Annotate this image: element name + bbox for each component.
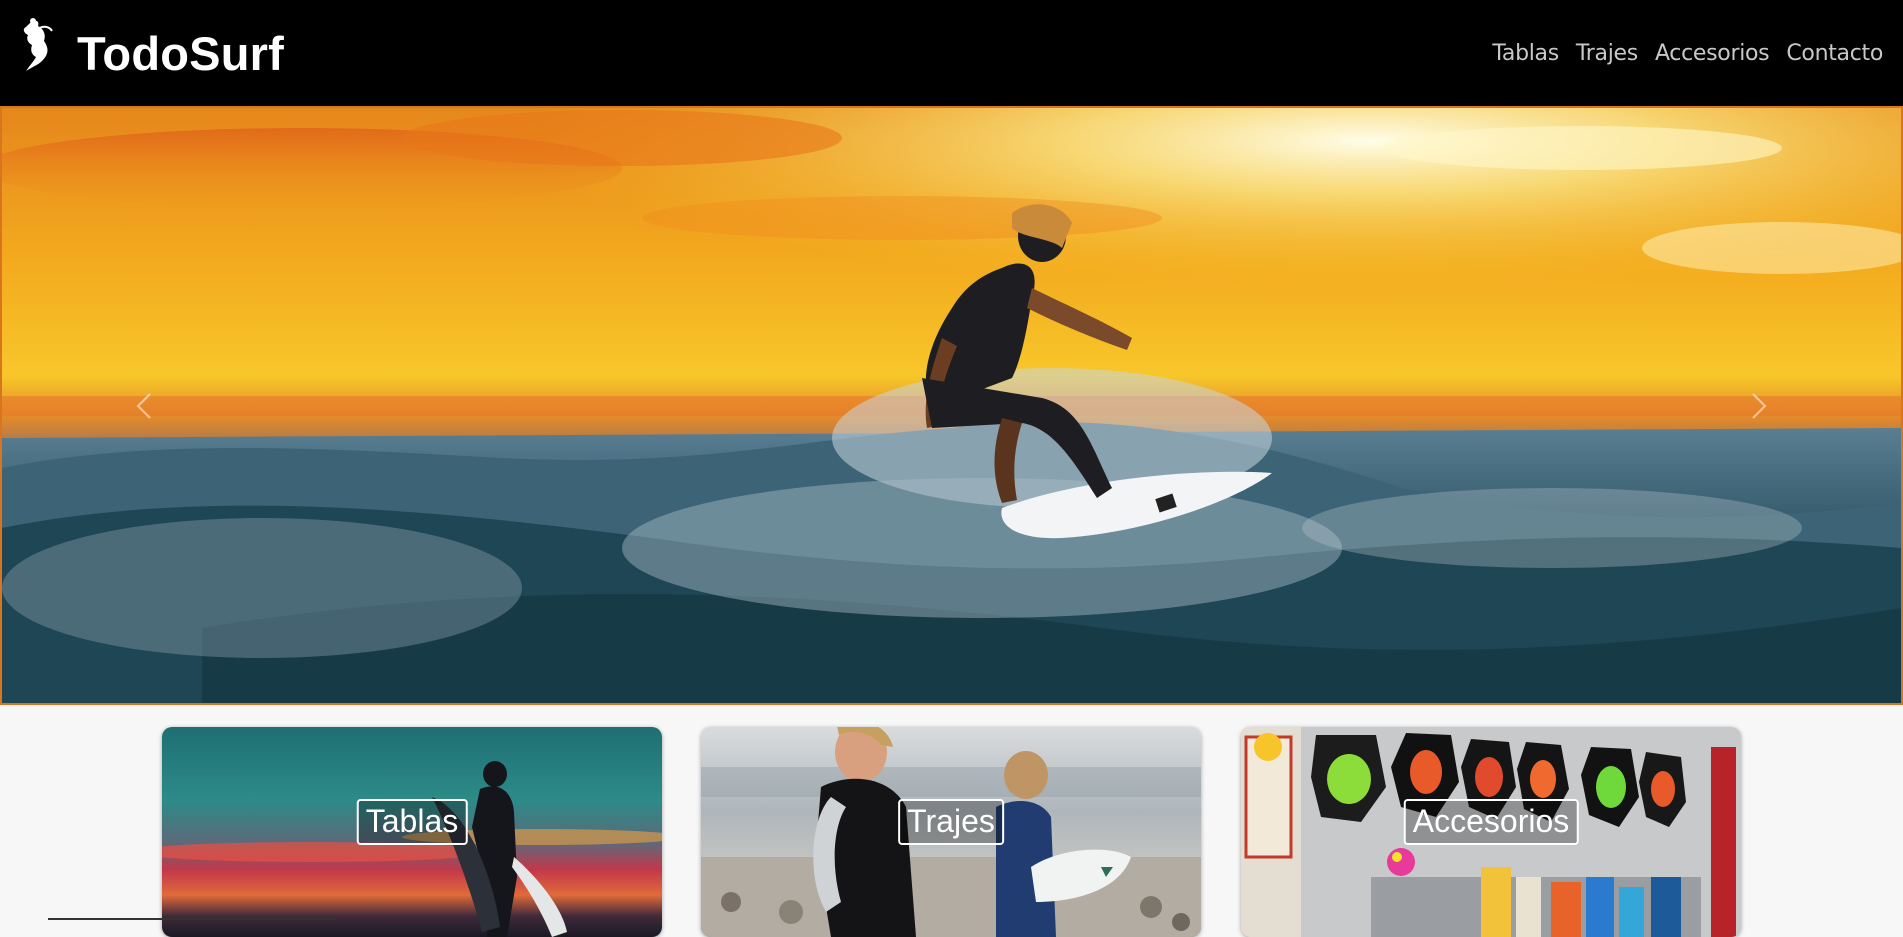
carousel-next-button[interactable]	[1709, 108, 1809, 703]
nav-link-trajes[interactable]: Trajes	[1576, 41, 1638, 66]
nav-link-accesorios[interactable]: Accesorios	[1655, 41, 1770, 66]
category-label-trajes: Trajes	[898, 799, 1004, 845]
hero-image	[2, 108, 1901, 703]
navbar: TodoSurf Tablas Trajes Accesorios Contac…	[0, 0, 1903, 106]
carousel-prev-button[interactable]	[94, 108, 194, 703]
chevron-right-icon	[1752, 392, 1767, 419]
category-label-tablas: Tablas	[356, 799, 468, 845]
chevron-left-icon	[136, 392, 151, 419]
brand-name: TodoSurf	[77, 26, 284, 80]
nav-link-tablas[interactable]: Tablas	[1492, 41, 1559, 66]
category-label-accesorios: Accesorios	[1403, 799, 1579, 845]
brand-link[interactable]: TodoSurf	[20, 18, 284, 81]
category-cards: Tablas Trajes Accesorios	[0, 727, 1903, 937]
hero-carousel	[0, 106, 1903, 705]
surfer-logo-icon	[23, 18, 53, 72]
nav-menu: Tablas Trajes Accesorios Contacto	[1492, 41, 1883, 66]
category-card-trajes[interactable]: Trajes	[701, 727, 1201, 937]
category-card-accesorios[interactable]: Accesorios	[1241, 727, 1741, 937]
nav-link-contacto[interactable]: Contacto	[1786, 41, 1883, 66]
category-card-tablas[interactable]: Tablas	[162, 727, 662, 937]
